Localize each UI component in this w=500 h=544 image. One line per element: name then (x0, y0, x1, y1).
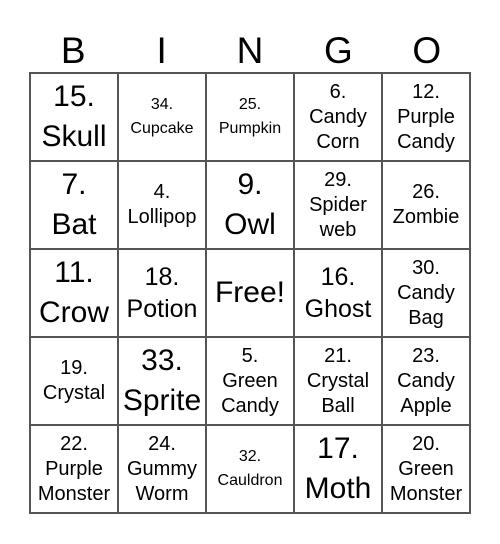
cell-text: Potion (126, 295, 198, 323)
bingo-cell[interactable]: 9. Owl (206, 161, 294, 249)
cell-text: 21. (324, 344, 352, 367)
cell-text: Sprite (122, 384, 202, 417)
bingo-cell[interactable]: 17. Moth (294, 425, 382, 513)
cell-text: Green (222, 369, 278, 392)
cell-text: 24. (148, 432, 176, 455)
free-space-cell[interactable]: Free! (206, 249, 294, 337)
cell-text: 17. (317, 432, 359, 465)
cell-text: Corn (316, 130, 360, 153)
header-letter-i: I (156, 30, 167, 71)
header-letter-g: G (323, 30, 353, 71)
header-letter-o: O (412, 30, 442, 71)
bingo-cell[interactable]: 19. Crystal (30, 337, 118, 425)
cell-text: 9. (237, 168, 263, 201)
bingo-cell[interactable]: 29. Spider web (294, 161, 382, 249)
cell-text: Ghost (304, 295, 372, 323)
cell-text: Bat (51, 208, 97, 241)
cell-text: Candy (221, 394, 279, 417)
cell-text: Purple (397, 105, 455, 128)
cell-text: 18. (144, 263, 180, 291)
cell-text: Worm (135, 482, 189, 505)
cell-text: Candy (397, 369, 455, 392)
cell-text: Monster (37, 482, 111, 505)
bingo-cell[interactable]: 7. Bat (30, 161, 118, 249)
bingo-cell[interactable]: 34. Cupcake (118, 73, 206, 161)
cell-text: Purple (45, 457, 103, 480)
bingo-cell[interactable]: 23. Candy Apple (382, 337, 470, 425)
cell-text: 29. (324, 168, 352, 191)
cell-text: 30. (412, 256, 440, 279)
bingo-cell[interactable]: 25. Pumpkin (206, 73, 294, 161)
cell-text: Crystal (42, 382, 106, 404)
bingo-cell[interactable]: 18. Potion (118, 249, 206, 337)
cell-text: 23. (412, 344, 440, 367)
bingo-cell[interactable]: 33. Sprite (118, 337, 206, 425)
cell-text: Ball (321, 394, 355, 417)
cell-text: Gummy (127, 457, 197, 480)
cell-text: 7. (61, 168, 87, 201)
cell-text: Cauldron (217, 472, 283, 489)
cell-text: Zombie (392, 206, 460, 228)
cell-text: Monster (389, 482, 463, 505)
cell-text: 25. (238, 96, 262, 113)
bingo-header: BINGO (29, 30, 471, 72)
cell-text: 22. (60, 432, 88, 455)
cell-text: Candy (397, 281, 455, 304)
bingo-cell[interactable]: 26. Zombie (382, 161, 470, 249)
cell-text: 16. (320, 263, 356, 291)
bingo-cell[interactable]: 30. Candy Bag (382, 249, 470, 337)
bingo-cell[interactable]: 4. Lollipop (118, 161, 206, 249)
bingo-cell[interactable]: 12. Purple Candy (382, 73, 470, 161)
cell-text: 6. (329, 80, 347, 103)
header-letter-b: B (60, 30, 86, 71)
cell-text: Spider (309, 193, 367, 216)
bingo-cell[interactable]: 15. Skull (30, 73, 118, 161)
bingo-cell[interactable]: 16. Ghost (294, 249, 382, 337)
cell-text: Candy (397, 130, 455, 153)
cell-text: Pumpkin (218, 120, 282, 137)
bingo-cell[interactable]: 5. Green Candy (206, 337, 294, 425)
cell-text: Bag (408, 306, 444, 329)
cell-text: 11. (54, 256, 94, 289)
cell-text: 12. (412, 80, 440, 103)
cell-text: web (319, 218, 357, 241)
cell-text: Moth (304, 472, 372, 505)
bingo-cell[interactable]: 24. Gummy Worm (118, 425, 206, 513)
cell-text: 19. (60, 357, 88, 379)
cell-text: Free! (214, 276, 286, 309)
cell-text: 33. (141, 344, 183, 377)
cell-text: 32. (238, 448, 262, 465)
cell-text: Owl (224, 208, 276, 241)
bingo-grid: 15. Skull 34. Cupcake 25. Pumpkin 6. Candy Corn 1… (29, 72, 471, 514)
cell-text: Lollipop (127, 206, 197, 228)
cell-text: Candy (309, 105, 367, 128)
cell-text: 26. (412, 181, 440, 203)
cell-text: 34. (150, 96, 174, 113)
cell-text: Apple (400, 394, 452, 417)
cell-text: Crow (38, 296, 109, 329)
cell-text: 15. (53, 80, 95, 113)
bingo-cell[interactable]: 11. Crow (30, 249, 118, 337)
cell-text: 5. (241, 344, 259, 367)
bingo-cell[interactable]: 22. Purple Monster (30, 425, 118, 513)
cell-text: 20. (412, 432, 440, 455)
bingo-cell[interactable]: 21. Crystal Ball (294, 337, 382, 425)
cell-text: Crystal (306, 369, 370, 392)
bingo-cell[interactable]: 6. Candy Corn (294, 73, 382, 161)
header-letter-n: N (236, 30, 264, 71)
cell-text: Green (398, 457, 454, 480)
cell-text: 4. (153, 181, 171, 203)
bingo-cell[interactable]: 32. Cauldron (206, 425, 294, 513)
cell-text: Skull (41, 120, 107, 153)
cell-text: Cupcake (130, 120, 194, 137)
bingo-cell[interactable]: 20. Green Monster (382, 425, 470, 513)
